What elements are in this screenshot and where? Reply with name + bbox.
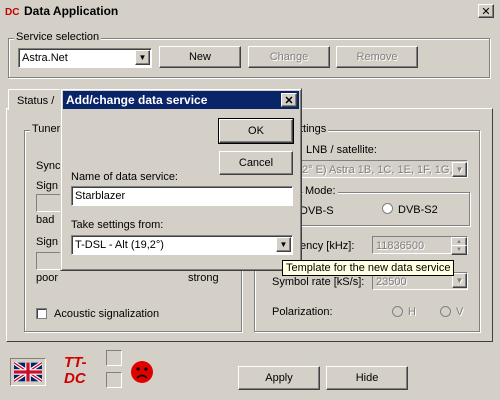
apply-button[interactable]: Apply — [238, 366, 320, 390]
service-selection-legend: Service selection — [14, 31, 102, 43]
chevron-down-icon[interactable]: ▼ — [135, 50, 150, 65]
sync-label: Sync — [36, 160, 61, 172]
name-input-value: Starblazer — [75, 190, 126, 202]
dialog-title: Add/change data service — [66, 93, 208, 107]
dialog-titlebar: Add/change data service ✕ — [63, 91, 299, 109]
frequency-value: 11836500 — [376, 240, 425, 252]
acoustic-label: Acoustic signalization — [54, 308, 160, 320]
uk-flag-icon — [14, 362, 42, 382]
lnb-label: LNB / satellite: — [306, 144, 377, 156]
close-icon: ✕ — [481, 5, 491, 18]
hide-button[interactable]: Hide — [326, 366, 408, 390]
take-settings-value: T-DSL - Alt (19,2°) — [75, 239, 164, 251]
logo-text-bottom: DC — [64, 370, 86, 387]
signal-label-2: Sign — [36, 236, 59, 248]
name-label: Name of data service: — [71, 171, 178, 183]
add-change-dialog: Add/change data service ✕ OK Cancel Name… — [60, 88, 302, 271]
ok-button[interactable]: OK — [218, 118, 294, 144]
lnb-select-value: 2° E) Astra 1B, 1C, 1E, 1F, 1G, — [302, 164, 453, 176]
hide-button-label: Hide — [355, 372, 379, 384]
remove-button-label: Remove — [356, 51, 398, 63]
mode-label: Mode: — [303, 185, 338, 197]
change-button-label: Change — [269, 51, 309, 63]
lnb-select[interactable]: 2° E) Astra 1B, 1C, 1E, 1F, 1G, ▼ — [300, 160, 468, 178]
pol-h-label: H — [408, 306, 416, 318]
main-titlebar: DC Data Application — [0, 0, 500, 22]
bad-label: bad — [36, 214, 55, 226]
lnb-chevron-down-icon[interactable]: ▼ — [452, 162, 467, 177]
window-title: Data Application — [24, 4, 119, 18]
strong-label: strong — [188, 272, 219, 284]
new-button[interactable]: New — [159, 46, 241, 68]
ok-button-label: OK — [248, 125, 264, 137]
take-settings-label: Take settings from: — [71, 219, 164, 231]
main-close-button[interactable]: ✕ — [478, 4, 494, 18]
acoustic-checkbox[interactable] — [36, 308, 47, 319]
apply-button-label: Apply — [265, 372, 293, 384]
dvbs2-label: DVB-S2 — [398, 204, 438, 216]
signal-label-1: Sign — [36, 180, 59, 192]
take-settings-select[interactable]: T-DSL - Alt (19,2°) ▼ — [71, 235, 293, 255]
pol-h-radio[interactable] — [392, 306, 403, 317]
symbol-rate-label: Symbol rate [kS/s]: — [272, 276, 365, 288]
change-button[interactable]: Change — [248, 46, 330, 68]
frequency-spin-down[interactable]: ▼ — [451, 245, 467, 255]
logo-text-top: TT- — [64, 354, 87, 371]
dialog-close-icon: ✕ — [284, 94, 294, 107]
frequency-field[interactable]: 11836500 ▲ ▼ — [372, 236, 468, 255]
sad-face-icon — [131, 361, 153, 383]
tt-dc-logo: TT- DC — [60, 354, 100, 390]
dvbs-label: DVB-S — [300, 205, 334, 217]
indicator-box-2 — [106, 372, 122, 388]
symbol-rate-value: 23500 — [376, 276, 407, 288]
pol-v-label: V — [456, 306, 464, 318]
pol-v-radio[interactable] — [440, 306, 451, 317]
tooltip: Template for the new data service — [282, 260, 455, 276]
service-select[interactable]: Astra.Net ▼ — [18, 48, 152, 68]
tooltip-text: Template for the new data service — [286, 262, 451, 274]
take-chevron-down-icon[interactable]: ▼ — [276, 237, 291, 252]
cancel-button[interactable]: Cancel — [219, 151, 293, 175]
language-flag-button[interactable] — [10, 358, 46, 386]
cancel-button-label: Cancel — [238, 157, 274, 169]
dialog-close-button[interactable]: ✕ — [281, 93, 297, 107]
dvbs2-radio[interactable] — [382, 203, 393, 214]
indicator-box-1 — [106, 350, 122, 366]
name-input[interactable]: Starblazer — [71, 186, 293, 206]
svg-text:DC: DC — [5, 7, 19, 18]
poor-label: poor — [36, 272, 59, 284]
tab-status-label: Status / — [17, 95, 55, 107]
settings-legend: ttings — [298, 123, 329, 135]
frequency-label: ency [kHz]: — [300, 240, 355, 252]
service-select-value: Astra.Net — [22, 52, 68, 64]
tuner-legend: Tuner — [30, 123, 63, 135]
new-button-label: New — [188, 51, 211, 63]
app-icon: DC — [4, 3, 20, 19]
remove-button[interactable]: Remove — [336, 46, 418, 68]
polarization-label: Polarization: — [272, 306, 333, 318]
